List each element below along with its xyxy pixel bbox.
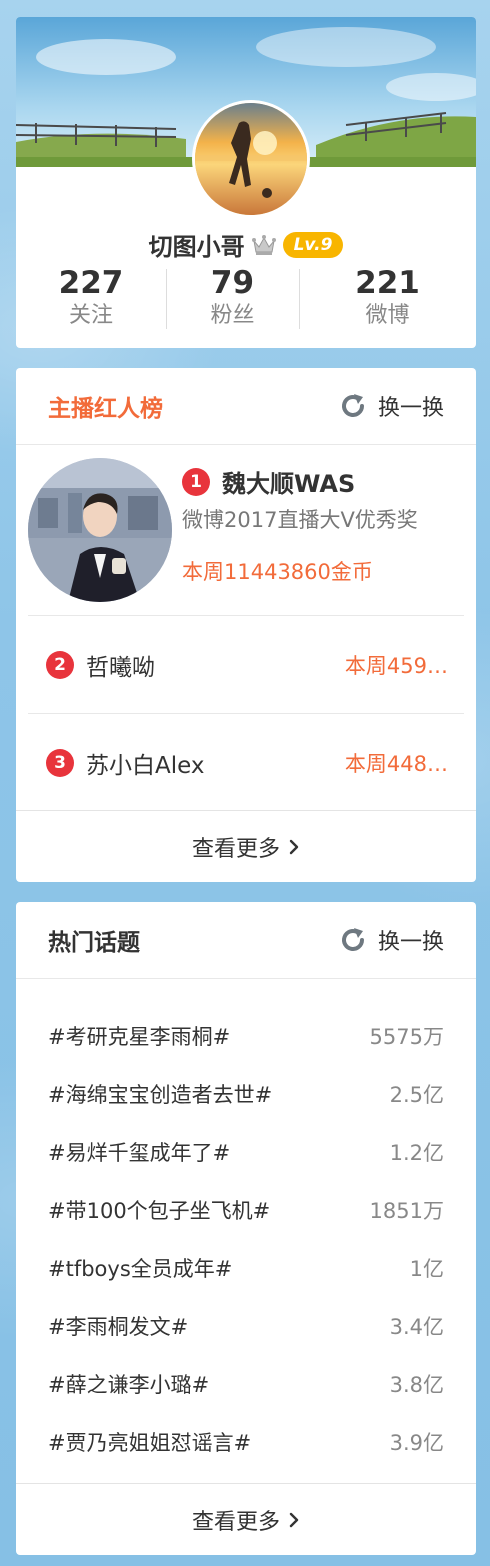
topic-count: 3.4亿 (389, 1315, 444, 1339)
top-streamer-entry[interactable]: 1 魏大顺WAS 微博2017直播大V优秀奖 本周11443860金币 (16, 446, 476, 616)
stat-followers-count: 79 (210, 265, 255, 301)
topic-name: #薛之谦李小璐# (48, 1373, 210, 1397)
ranking-see-more-label: 查看更多 (191, 836, 280, 862)
crown-icon (251, 233, 277, 257)
topics-header: 热门话题 换一换 (16, 902, 476, 979)
top-streamer-name-row: 1 魏大顺WAS (182, 464, 355, 499)
stat-posts-label: 微博 (365, 303, 410, 328)
topic-item[interactable]: #海绵宝宝创造者去世# 2.5亿 (16, 1065, 476, 1123)
profile-username[interactable]: 切图小哥 (149, 227, 245, 262)
topic-item[interactable]: #tfboys全员成年# 1亿 (16, 1239, 476, 1297)
ranking-item-name: 哲曦呦 (86, 654, 155, 681)
stat-following-count: 227 (58, 265, 124, 301)
profile-stats: 227 关注 79 粉丝 221 微博 (16, 265, 476, 335)
rank-badge-3: 3 (46, 748, 74, 777)
topic-name: #海绵宝宝创造者去世# (48, 1083, 273, 1107)
ranking-item-coins: 本周459… (344, 653, 448, 678)
topic-count: 5575万 (369, 1025, 444, 1049)
topic-count: 1851万 (369, 1199, 444, 1223)
stat-followers-label: 粉丝 (210, 303, 255, 328)
topic-count: 3.9亿 (389, 1431, 444, 1455)
topic-name: #李雨桐发文# (48, 1315, 189, 1339)
stat-followers[interactable]: 79 粉丝 (166, 265, 299, 335)
streamer-ranking-card: 主播红人榜 换一换 1 魏大顺WAS 微博2017直播大V优秀奖 本周11443… (16, 368, 476, 882)
top-streamer-award: 微博2017直播大V优秀奖 (182, 508, 418, 532)
topics-see-more-label: 查看更多 (191, 1509, 280, 1535)
ranking-item-name: 苏小白Alex (86, 752, 205, 779)
topic-count: 2.5亿 (389, 1083, 444, 1107)
profile-avatar[interactable] (192, 100, 310, 218)
chevron-right-icon (289, 839, 299, 854)
topics-see-more-button[interactable]: 查看更多 (16, 1483, 476, 1555)
ranking-header: 主播红人榜 换一换 (16, 368, 476, 445)
ranking-item-coins: 本周448… (344, 751, 448, 776)
stat-posts-count: 221 (355, 265, 420, 301)
rank-badge-2: 2 (46, 650, 74, 679)
ranking-title: 主播红人榜 (48, 396, 163, 422)
ranking-list-item[interactable]: 3 苏小白Alex 本周448… (28, 713, 464, 811)
topics-refresh-label: 换一换 (377, 930, 444, 955)
topic-item[interactable]: #带100个包子坐飞机# 1851万 (16, 1181, 476, 1239)
topic-name: #考研克星李雨桐# (48, 1025, 231, 1049)
top-streamer-coins: 本周11443860金币 (182, 560, 373, 584)
topic-item[interactable]: #考研克星李雨桐# 5575万 (16, 1007, 476, 1065)
ranking-see-more-button[interactable]: 查看更多 (16, 810, 476, 882)
top-streamer-name[interactable]: 魏大顺WAS (222, 464, 355, 499)
ranking-list-item[interactable]: 2 哲曦呦 本周459… (28, 615, 464, 713)
topics-title: 热门话题 (48, 930, 140, 956)
topic-count: 3.8亿 (389, 1373, 444, 1397)
profile-name-row: 切图小哥 Lv.9 (16, 227, 476, 262)
topic-item[interactable]: #李雨桐发文# 3.4亿 (16, 1297, 476, 1355)
level-badge[interactable]: Lv.9 (282, 231, 344, 258)
ranking-refresh-button[interactable]: 换一换 (338, 390, 444, 422)
topic-count: 1.2亿 (389, 1141, 444, 1165)
ranking-refresh-label: 换一换 (377, 396, 444, 421)
hot-topics-card: 热门话题 换一换 #考研克星李雨桐# 5575万 #海绵宝宝创造者去世# 2.5… (16, 902, 476, 1555)
topic-item[interactable]: #贾乃亮姐姐怼谣言# 3.9亿 (16, 1413, 476, 1471)
topic-item[interactable]: #薛之谦李小璐# 3.8亿 (16, 1355, 476, 1413)
stat-following[interactable]: 227 关注 (16, 265, 166, 335)
stat-following-label: 关注 (68, 303, 113, 328)
topic-name: #易烊千玺成年了# (48, 1141, 231, 1165)
profile-card: 切图小哥 Lv.9 227 关注 79 粉丝 221 微博 (16, 17, 476, 348)
topic-item[interactable]: #易烊千玺成年了# 1.2亿 (16, 1123, 476, 1181)
refresh-icon (342, 928, 364, 951)
top-streamer-avatar[interactable] (28, 458, 172, 602)
stat-posts[interactable]: 221 微博 (299, 265, 476, 335)
refresh-icon (342, 394, 364, 417)
rank-badge-1: 1 (182, 467, 210, 496)
topic-name: #带100个包子坐飞机# (48, 1199, 271, 1223)
topics-refresh-button[interactable]: 换一换 (338, 924, 444, 956)
topic-list: #考研克星李雨桐# 5575万 #海绵宝宝创造者去世# 2.5亿 #易烊千玺成年… (16, 1007, 476, 1471)
topic-name: #tfboys全员成年# (48, 1257, 233, 1281)
topic-name: #贾乃亮姐姐怼谣言# (48, 1431, 252, 1455)
topic-count: 1亿 (409, 1257, 444, 1281)
chevron-right-icon (289, 1512, 299, 1527)
